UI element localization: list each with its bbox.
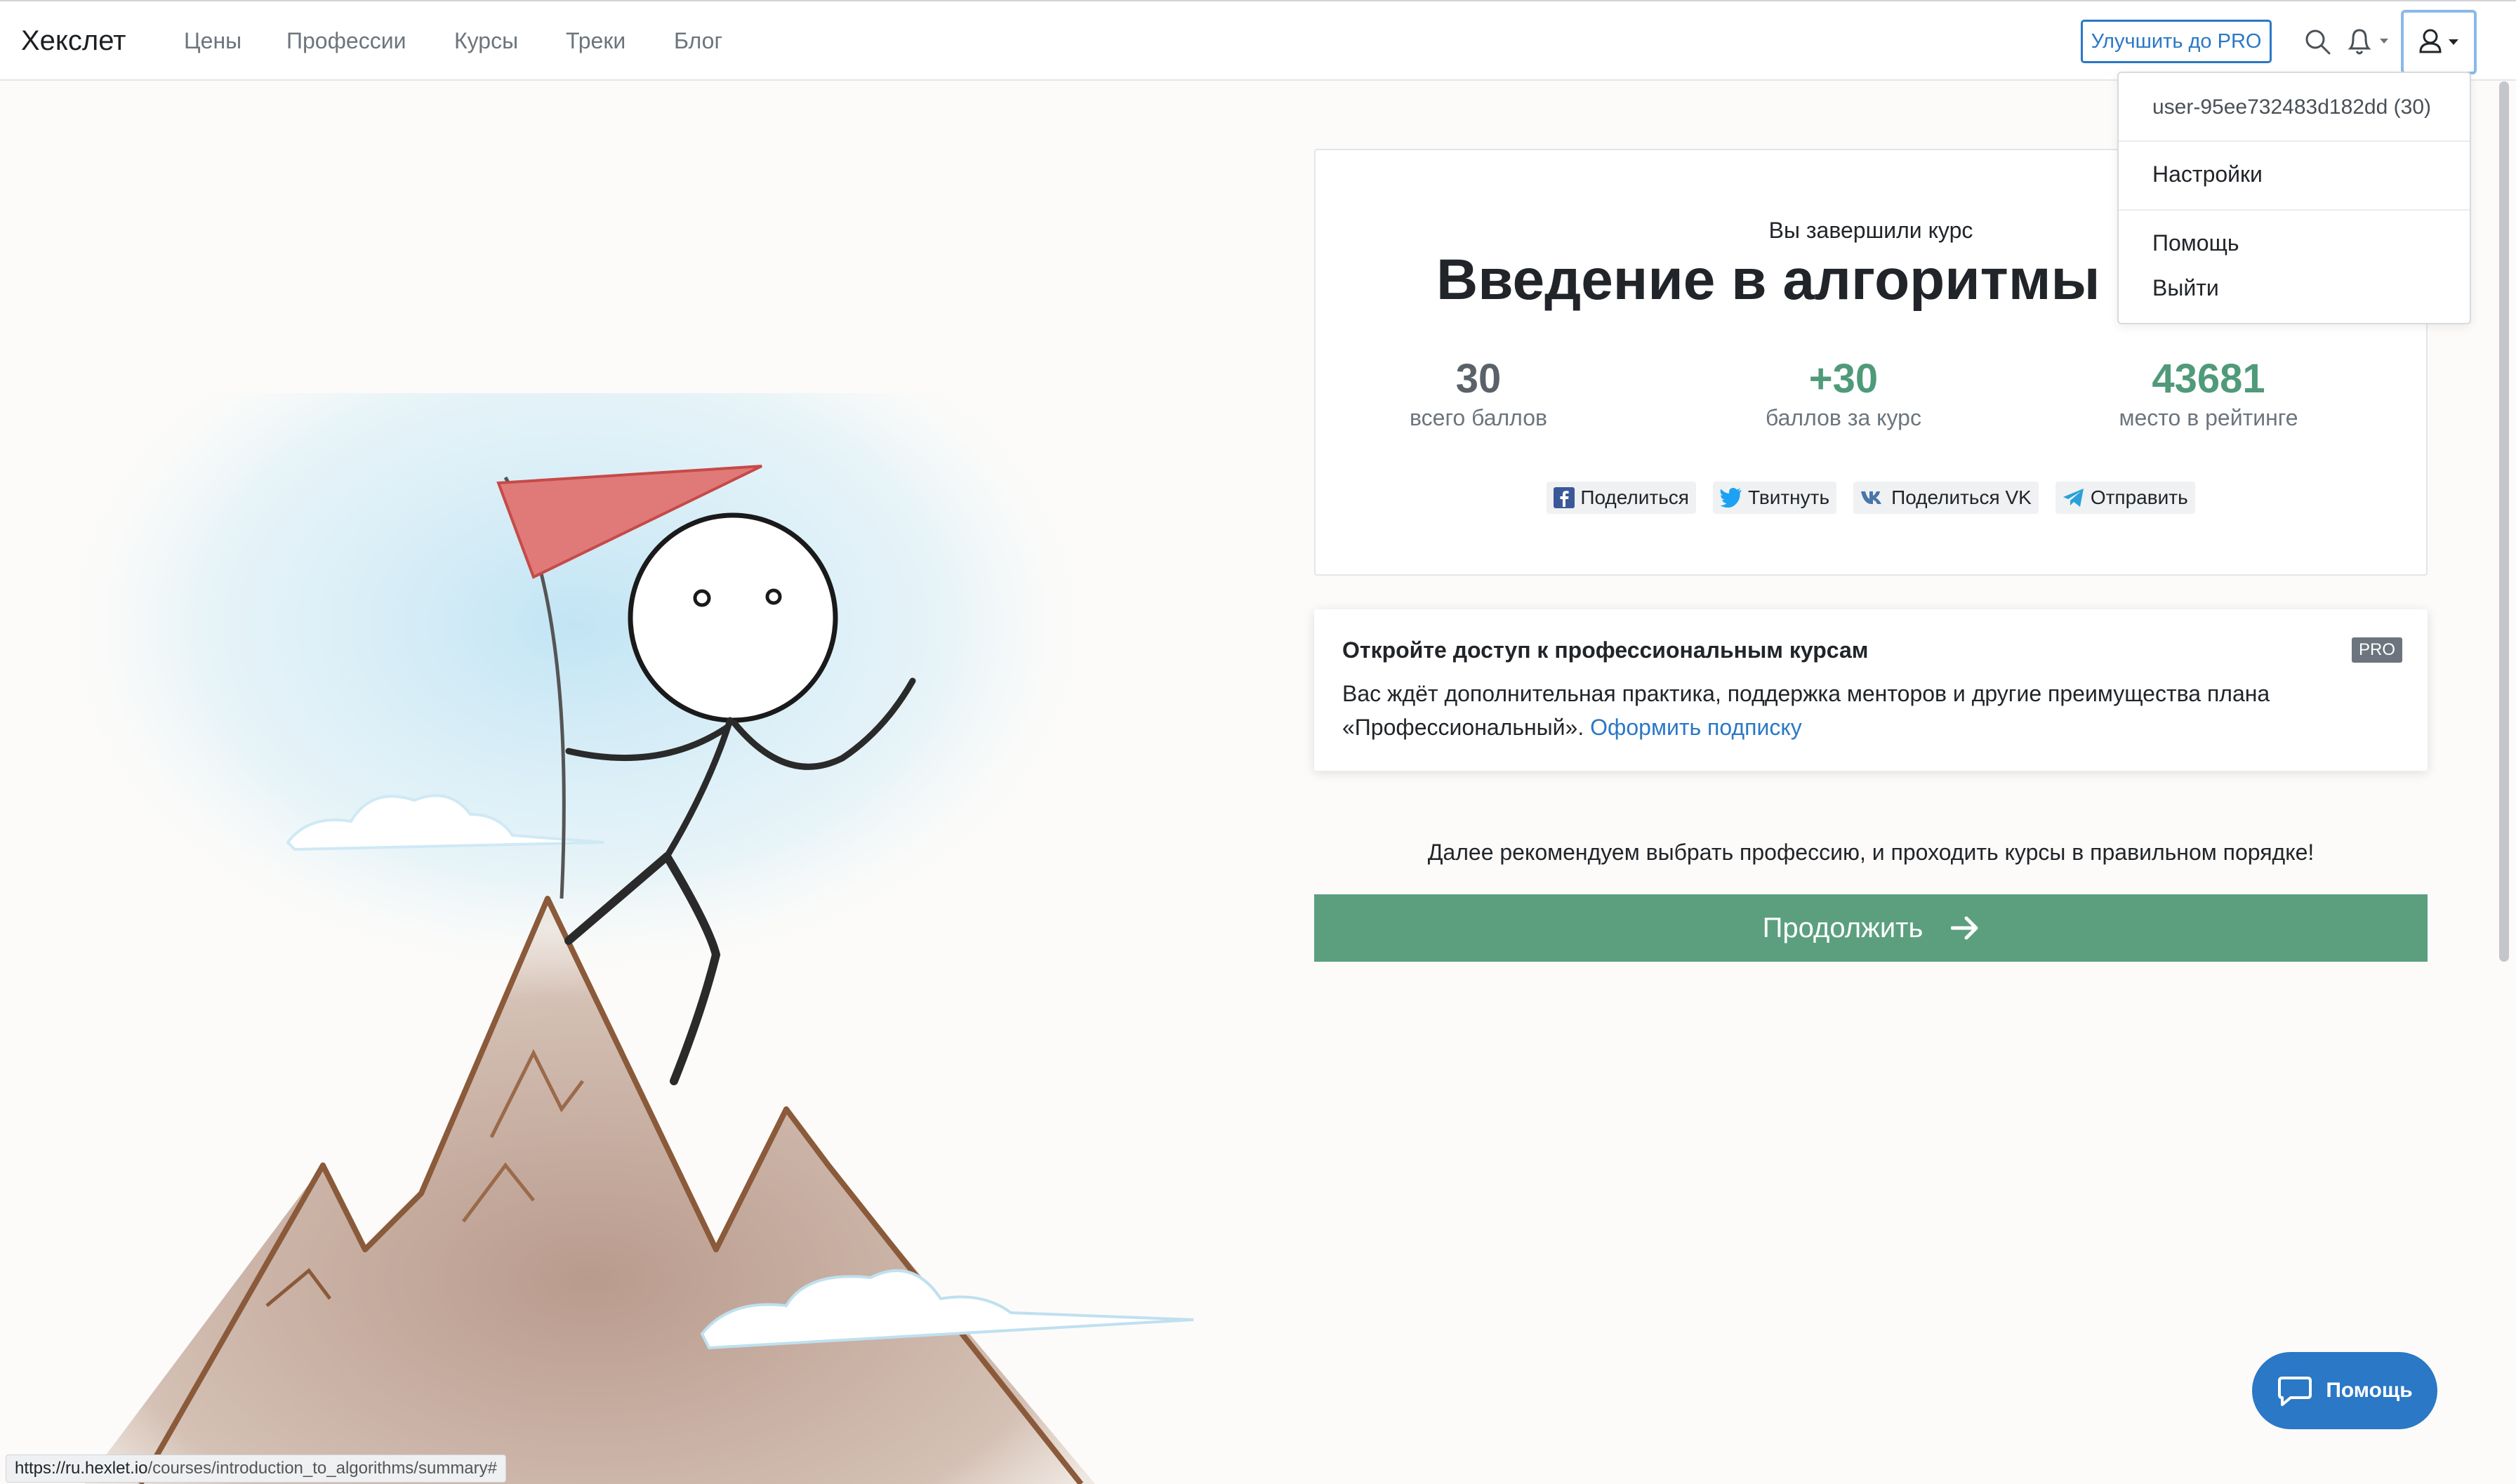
user-icon — [2419, 29, 2458, 53]
notifications-bell-icon[interactable] — [2346, 25, 2395, 59]
pro-promo-card: Откройте доступ к профессиональным курса… — [1314, 609, 2428, 771]
nav-link-prices[interactable]: Цены — [184, 28, 241, 54]
help-widget-label: Помощь — [2326, 1379, 2413, 1402]
pro-card-text: Вас ждёт дополнительная практика, поддер… — [1342, 677, 2395, 744]
stat-value: 30 — [1455, 356, 1502, 402]
share-label: Твитнуть — [1747, 486, 1830, 508]
upgrade-pro-button[interactable]: Улучшить до PRO — [2081, 20, 2272, 63]
help-widget-button[interactable]: Помощь — [2252, 1352, 2437, 1429]
pro-badge: PRO — [2352, 637, 2403, 663]
stat-value: +30 — [1808, 356, 1879, 402]
chat-bubble-icon — [2278, 1377, 2312, 1406]
stat-label: баллов за курс — [1766, 405, 1921, 430]
search-icon[interactable] — [2303, 27, 2333, 58]
stat-course-points: +30 баллов за курс — [1696, 355, 1991, 431]
share-label: Поделиться VK — [1891, 486, 2032, 508]
mountain-summit-illustration — [42, 393, 1194, 1484]
nav-link-professions[interactable]: Профессии — [286, 28, 406, 54]
dropdown-divider — [2119, 140, 2470, 142]
share-telegram-button[interactable]: Отправить — [2055, 482, 2195, 514]
user-dropdown-menu: user-95ee732483d182dd (30) Настройки Пом… — [2117, 72, 2471, 324]
page-scrollbar[interactable] — [2499, 81, 2509, 962]
stat-label: всего баллов — [1410, 405, 1547, 430]
stat-value: 43681 — [2152, 356, 2265, 402]
stat-total-points: 30 всего баллов — [1331, 355, 1626, 431]
dropdown-username[interactable]: user-95ee732483d182dd (30) — [2152, 95, 2431, 119]
dropdown-help[interactable]: Помощь — [2152, 230, 2239, 256]
nav-link-blog[interactable]: Блог — [674, 28, 722, 54]
top-navbar: Хекслет Цены Профессии Курсы Треки Блог … — [0, 0, 2516, 81]
link-preview-url: https://ru.hexlet.io/courses/introductio… — [6, 1455, 506, 1483]
facebook-icon — [1554, 487, 1575, 508]
continue-label: Продолжить — [1762, 912, 1924, 943]
share-facebook-button[interactable]: Поделиться — [1547, 482, 1696, 514]
share-vk-button[interactable]: Поделиться VK — [1853, 482, 2039, 514]
twitter-icon — [1719, 488, 1742, 508]
dropdown-settings[interactable]: Настройки — [2152, 161, 2263, 187]
share-label: Отправить — [2090, 486, 2188, 508]
share-twitter-button[interactable]: Твитнуть — [1712, 482, 1837, 514]
pro-card-description: Вас ждёт дополнительная практика, поддер… — [1342, 681, 2270, 740]
pro-card-title: Откройте доступ к профессиональным курса… — [1342, 637, 1869, 663]
arrow-right-icon — [1951, 916, 1978, 940]
subscribe-link[interactable]: Оформить подписку — [1590, 715, 1802, 740]
dropdown-logout[interactable]: Выйти — [2152, 275, 2219, 301]
user-menu-button[interactable] — [2401, 10, 2477, 74]
nav-link-tracks[interactable]: Треки — [566, 28, 625, 54]
status-url-path: /courses/introduction_to_algorithms/summ… — [147, 1459, 497, 1478]
vk-icon — [1861, 491, 1882, 504]
brand-logo[interactable]: Хекслет — [21, 25, 126, 57]
share-label: Поделиться — [1580, 486, 1689, 508]
stat-rating-place: 43681 место в рейтинге — [2061, 355, 2356, 431]
nav-link-courses[interactable]: Курсы — [454, 28, 518, 54]
recommendation-text: Далее рекомендуем выбрать профессию, и п… — [1427, 840, 2315, 865]
dropdown-divider — [2119, 209, 2470, 211]
stat-label: место в рейтинге — [2119, 405, 2298, 430]
status-url-host: https://ru.hexlet.io — [15, 1459, 148, 1478]
telegram-icon — [2063, 489, 2084, 507]
share-buttons: Поделиться Твитнуть Поделиться VK Отправ… — [1316, 482, 2426, 514]
continue-button[interactable]: Продолжить — [1314, 894, 2428, 962]
